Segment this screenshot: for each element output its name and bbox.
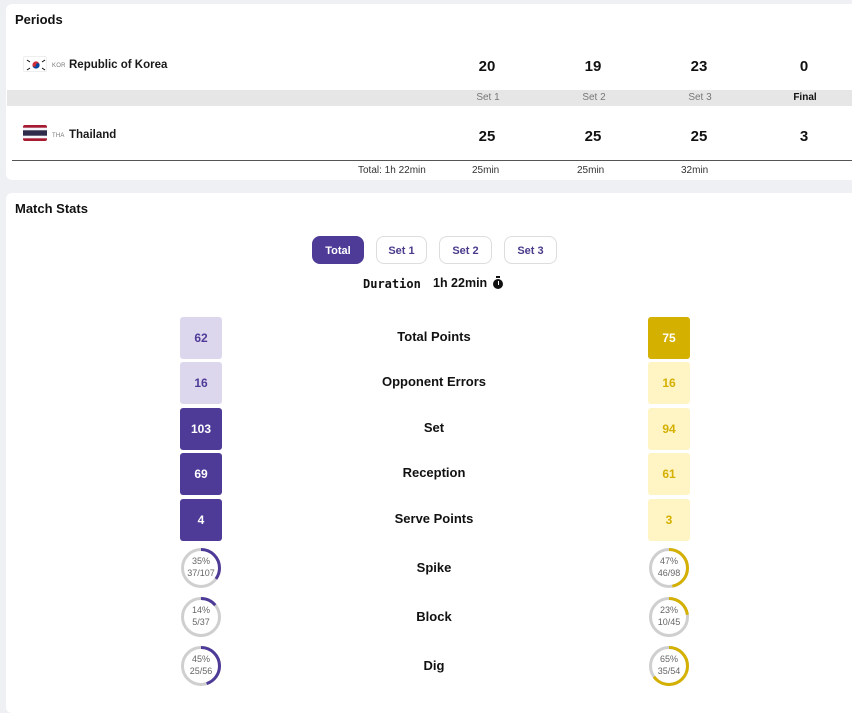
ring-percent: 14% [191,605,210,615]
team-row-korea: KOR Republic of Korea 20 19 23 0 [6,40,852,90]
team-b-stat-box: 94 [648,408,690,450]
stat-label: Spike [416,560,452,575]
team-code: KOR [52,63,66,69]
set-label: Set 2 [582,92,606,103]
tab-set-3[interactable]: Set 3 [504,236,557,264]
ring-fraction: 25/56 [189,666,213,676]
ring-percent: 23% [659,605,678,615]
score-set1: 25 [478,128,496,145]
team-b-stat-box: 16 [648,362,690,404]
set-label: Set 1 [476,92,500,103]
total-duration: Total: 1h 22min [358,165,426,176]
duration-value: 1h 22min [433,276,488,290]
ring-percent: 45% [191,654,210,664]
stat-label: Reception [402,465,466,480]
ring-fraction: 37/107 [187,568,215,578]
set-duration: 32min [681,165,709,176]
team-a-spike-ring: 35% 37/107 [180,547,222,589]
ring-fraction: 5/37 [192,617,210,627]
match-stats-title: Match Stats [15,201,88,216]
team-name: Republic of Korea [69,59,168,71]
team-b-stat-box: 61 [648,453,690,495]
tab-set-2[interactable]: Set 2 [439,236,492,264]
team-code: THA [52,133,65,139]
tab-set-1[interactable]: Set 1 [376,236,427,264]
stat-label: Block [416,609,452,624]
set-label: Set 3 [688,92,712,103]
final-label: Final [793,92,817,103]
divider [12,160,852,161]
stat-label: Opponent Errors [381,374,486,389]
korea-flag-icon [23,56,47,72]
score-final: 3 [799,128,809,145]
ring-fraction: 46/98 [657,568,681,578]
team-row-thailand: THA Thailand 25 25 25 3 [6,108,852,158]
team-b-stat-box: 75 [648,317,690,359]
team-a-dig-ring: 45% 25/56 [180,645,222,687]
team-a-stat-box: 16 [180,362,222,404]
score-final: 0 [799,58,809,75]
score-set2: 19 [584,58,602,75]
periods-card: Periods KOR Republic of Korea 20 19 23 0… [6,4,852,180]
team-a-block-ring: 14% 5/37 [180,596,222,638]
ring-percent: 65% [659,654,678,664]
stat-label: Total Points [397,329,471,344]
duration-label: Duration [363,277,421,291]
tab-total[interactable]: Total [312,236,364,264]
ring-percent: 35% [191,556,210,566]
periods-title: Periods [15,12,63,27]
stat-label: Set [423,420,445,435]
set-duration: 25min [577,165,605,176]
thailand-flag-icon [23,125,47,141]
stat-label: Dig [423,658,445,673]
team-a-stat-box: 103 [180,408,222,450]
score-set3: 25 [690,128,708,145]
match-stats-card: Match Stats Total Set 1 Set 2 Set 3 Dura… [6,193,852,713]
team-a-stat-box: 4 [180,499,222,541]
team-name: Thailand [69,129,117,141]
stat-label: Serve Points [394,511,474,526]
ring-fraction: 10/45 [657,617,681,627]
score-set1: 20 [478,58,496,75]
score-set2: 25 [584,128,602,145]
scroll-fade-overlay [682,672,852,708]
team-b-block-ring: 23% 10/45 [648,596,690,638]
set-labels-bar: Set 1 Set 2 Set 3 Final [7,90,852,106]
team-b-stat-box: 3 [648,499,690,541]
team-a-stat-box: 62 [180,317,222,359]
ring-percent: 47% [659,556,678,566]
set-duration: 25min [472,165,500,176]
score-set3: 23 [690,58,708,75]
stopwatch-icon [493,276,503,289]
team-a-stat-box: 69 [180,453,222,495]
team-b-spike-ring: 47% 46/98 [648,547,690,589]
